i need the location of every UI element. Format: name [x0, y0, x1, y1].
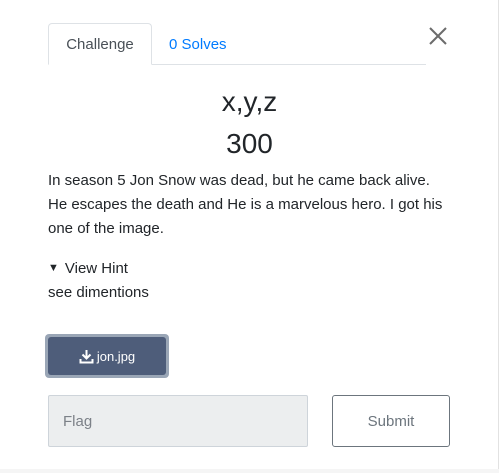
bottom-edge	[0, 469, 499, 473]
challenge-name: x,y,z	[221, 86, 278, 117]
challenge-description: In season 5 Jon Snow was dead, but he ca…	[48, 172, 443, 237]
close-icon[interactable]	[427, 25, 449, 47]
file-download-button-inner: jon.jpg	[48, 337, 166, 375]
tab-challenge[interactable]: Challenge	[48, 23, 152, 65]
tab-solves-label: 0 Solves	[169, 35, 227, 53]
view-hint-label: View Hint	[64, 260, 128, 277]
file-name: jon.jpg	[96, 348, 136, 364]
submit-button[interactable]: Submit	[332, 395, 450, 447]
hint-content: see dimentions	[48, 284, 149, 301]
caret-down-icon: ▼	[48, 262, 59, 274]
challenge-points: 300	[226, 128, 273, 159]
tab-challenge-label: Challenge	[66, 35, 134, 53]
tab-bar: Challenge 0 Solves	[48, 23, 426, 65]
view-hint-toggle[interactable]: ▼ View Hint	[48, 257, 128, 281]
file-download-button[interactable]: jon.jpg	[45, 334, 169, 378]
challenge-modal: Challenge 0 Solves x,y,z 300 In season 5…	[0, 0, 499, 473]
download-icon	[79, 349, 94, 363]
flag-input[interactable]	[48, 395, 308, 447]
tab-solves[interactable]: 0 Solves	[152, 24, 243, 64]
